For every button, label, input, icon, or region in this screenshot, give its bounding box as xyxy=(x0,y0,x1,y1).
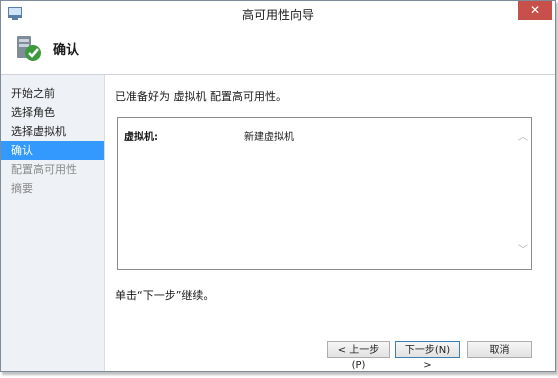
sidebar-item-summary: 摘要 xyxy=(11,182,33,195)
details-label: 虚拟机: xyxy=(124,132,158,143)
wizard-header: 确认 xyxy=(1,25,555,75)
page-title: 确认 xyxy=(53,43,80,58)
details-scrollbar[interactable]: ︿ ﹀ xyxy=(515,118,531,269)
close-icon: ✕ xyxy=(529,3,541,17)
title-bar: 高可用性向导 ✕ xyxy=(1,1,555,26)
sidebar-item-confirm[interactable]: 确认 xyxy=(1,141,104,160)
main-content: 已准备好为 虚拟机 配置高可用性。 虚拟机: 新建虚拟机 ︿ ﹀ 单击“下一步”… xyxy=(105,75,555,371)
chevron-up-icon[interactable]: ︿ xyxy=(515,130,531,146)
wizard-window: 高可用性向导 ✕ 确认 开始之前 选择角色 选择虚拟机 确认 配置高可用性 摘要… xyxy=(0,0,556,372)
wizard-server-icon xyxy=(17,36,41,61)
previous-button[interactable]: < 上一步(P) xyxy=(327,341,390,371)
window-title: 高可用性向导 xyxy=(241,8,314,22)
wizard-steps-sidebar: 开始之前 选择角色 选择虚拟机 确认 配置高可用性 摘要 xyxy=(1,75,105,371)
intro-text: 已准备好为 虚拟机 配置高可用性。 xyxy=(115,90,287,103)
sidebar-item-before-you-begin[interactable]: 开始之前 xyxy=(1,84,104,103)
sidebar-item-select-role[interactable]: 选择角色 xyxy=(1,103,104,122)
close-button[interactable]: ✕ xyxy=(518,1,552,20)
details-value: 新建虚拟机 xyxy=(244,132,294,143)
sidebar-item-configure-ha: 配置高可用性 xyxy=(11,163,77,176)
continue-text: 单击“下一步”继续。 xyxy=(115,289,215,302)
chevron-down-icon[interactable]: ﹀ xyxy=(515,243,531,259)
cancel-button[interactable]: 取消 xyxy=(467,341,532,358)
next-button[interactable]: 下一步(N) > xyxy=(395,341,460,371)
sidebar-item-select-vm[interactable]: 选择虚拟机 xyxy=(1,122,104,141)
confirmation-details: 虚拟机: 新建虚拟机 ︿ ﹀ xyxy=(117,117,532,270)
